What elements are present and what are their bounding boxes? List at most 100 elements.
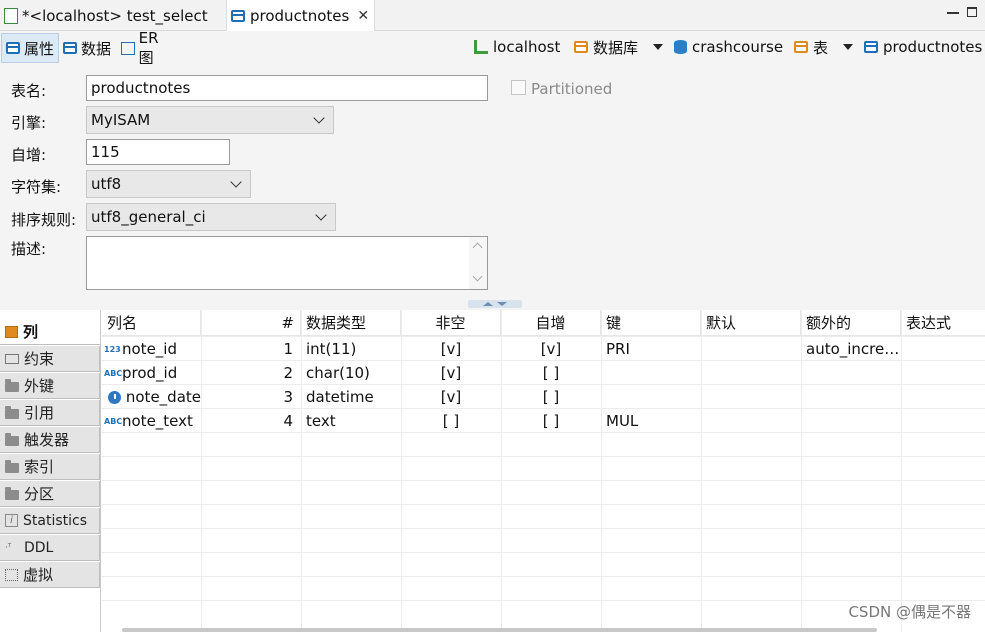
table-row[interactable]: ABC prod_id 2 char(10) [v] [ ] <box>102 361 985 384</box>
auto-increment-checkbox[interactable]: [ ] <box>501 409 601 433</box>
engine-select[interactable]: MyISAM <box>86 106 334 134</box>
folder-icon <box>5 432 19 446</box>
column-name: note_text <box>122 412 193 430</box>
sidebar-item-statistics[interactable]: i Statistics <box>0 508 100 534</box>
panel-splitter[interactable] <box>0 300 985 310</box>
virtual-icon <box>5 568 18 581</box>
scroll-down-icon[interactable] <box>472 271 483 282</box>
database-icon <box>674 40 687 54</box>
column-header-default[interactable]: 默认 <box>701 310 801 336</box>
editor-tab-productnotes[interactable]: productnotes ✕ <box>226 0 375 32</box>
table-row[interactable]: note_date 3 datetime [v] [ ] <box>102 385 985 408</box>
column-header-auto-increment[interactable]: 自增 <box>501 310 601 336</box>
sidebar-item-references[interactable]: 引用 <box>0 400 100 426</box>
not-null-checkbox[interactable]: [v] <box>401 361 501 385</box>
description-label: 描述: <box>11 240 47 258</box>
editor-tab-sql[interactable]: *<localhost> test_select <box>0 0 226 31</box>
tab-er-diagram[interactable]: ER 图 <box>117 29 181 67</box>
sidebar-item-virtual[interactable]: 虚拟 <box>0 562 100 588</box>
column-data-type: datetime <box>306 388 374 406</box>
partitioned-checkbox[interactable] <box>511 80 526 95</box>
sidebar-item-label: DDL <box>24 539 54 556</box>
breadcrumb-table[interactable]: productnotes <box>843 36 982 58</box>
scroll-up-icon[interactable] <box>472 242 483 253</box>
column-name: prod_id <box>122 364 178 382</box>
column-expression <box>901 361 985 385</box>
maximize-icon[interactable] <box>967 7 977 17</box>
tab-data[interactable]: 数据 <box>59 33 117 63</box>
sidebar-item-ddl[interactable]: ·ᵀ DDL <box>0 535 100 561</box>
sidebar-item-partitions[interactable]: 分区 <box>0 481 100 507</box>
breadcrumb-host[interactable]: localhost <box>474 36 560 58</box>
engine-label: 引擎: <box>11 114 47 132</box>
column-key <box>601 361 701 385</box>
breadcrumb-label: crashcourse <box>692 38 784 56</box>
tab-properties[interactable]: 属性 <box>1 33 59 63</box>
numeric-type-icon: 123 <box>104 344 121 354</box>
not-null-checkbox[interactable]: [v] <box>401 385 501 409</box>
scrollbar[interactable] <box>469 237 487 289</box>
column-default <box>701 361 801 385</box>
dropdown-arrow-icon[interactable] <box>843 44 853 50</box>
watermark: CSDN @偶是不器 <box>848 603 971 621</box>
column-name: note_date <box>125 388 201 406</box>
editor-toolbar: 属性 数据 ER 图 localhost 数据库 crashcourse 表 p… <box>0 29 985 67</box>
chevron-down-icon <box>315 209 327 221</box>
not-null-checkbox[interactable]: [ ] <box>401 409 501 433</box>
column-header-key[interactable]: 键 <box>601 310 701 336</box>
close-icon[interactable]: ✕ <box>357 8 369 24</box>
breadcrumb-database[interactable]: crashcourse <box>653 36 783 58</box>
sidebar-item-label: 虚拟 <box>23 566 54 584</box>
column-position: 3 <box>283 388 293 406</box>
ddl-icon: ·ᵀ <box>5 542 12 553</box>
auto-increment-checkbox[interactable]: [ ] <box>501 385 601 409</box>
column-data-type: char(10) <box>306 364 370 382</box>
column-header-extra[interactable]: 额外的 <box>801 310 901 336</box>
breadcrumb-label: 表 <box>813 38 829 57</box>
sidebar-item-foreign-keys[interactable]: 外键 <box>0 373 100 399</box>
table-name-input[interactable]: productnotes <box>86 75 488 101</box>
description-textarea[interactable] <box>86 236 488 290</box>
sidebar-item-columns[interactable]: 列 <box>0 319 100 345</box>
dropdown-arrow-icon[interactable] <box>653 44 663 50</box>
partitioned-label: Partitioned <box>531 80 613 98</box>
column-header-data-type[interactable]: 数据类型 <box>301 310 401 336</box>
splitter-grip[interactable] <box>468 300 522 308</box>
column-header-name[interactable]: 列名 <box>102 310 201 336</box>
er-diagram-icon <box>121 41 135 55</box>
tab-label: ER 图 <box>138 28 159 67</box>
table-icon <box>231 10 245 22</box>
table-properties-panel: 表名: productnotes Partitioned 引擎: MyISAM … <box>0 64 985 300</box>
column-header-position[interactable]: # <box>201 310 301 336</box>
chevron-down-icon <box>230 176 242 188</box>
auto-increment-checkbox[interactable]: [v] <box>501 337 601 361</box>
column-header-expression[interactable]: 表达式 <box>901 310 985 336</box>
chevron-down-icon <box>313 112 325 124</box>
collapse-down-icon[interactable] <box>497 302 507 306</box>
horizontal-scrollbar[interactable] <box>122 628 877 632</box>
table-row[interactable]: 123 note_id 1 int(11) [v] [v] PRI auto_i… <box>102 337 985 360</box>
breadcrumb-table-menu[interactable]: 表 <box>794 36 828 58</box>
breadcrumb-database-menu[interactable]: 数据库 <box>574 36 638 58</box>
sidebar-item-triggers[interactable]: 触发器 <box>0 427 100 453</box>
sidebar-item-label: 触发器 <box>24 431 70 449</box>
tab-label: 数据 <box>81 39 112 58</box>
table-icon <box>864 41 878 53</box>
editor-tab-bar: *<localhost> test_select productnotes ✕ <box>0 0 985 32</box>
collation-select[interactable]: utf8_general_ci <box>86 203 336 231</box>
sidebar-item-indexes[interactable]: 索引 <box>0 454 100 480</box>
collapse-up-icon[interactable] <box>483 302 493 306</box>
column-expression <box>901 385 985 409</box>
auto-increment-input[interactable]: 115 <box>86 139 230 165</box>
table-row[interactable]: ABC note_text 4 text [ ] [ ] MUL <box>102 409 985 432</box>
auto-increment-checkbox[interactable]: [ ] <box>501 361 601 385</box>
charset-select[interactable]: utf8 <box>86 170 251 198</box>
column-header-not-null[interactable]: 非空 <box>401 310 501 336</box>
clock-icon <box>108 390 121 404</box>
column-extra: auto_incre… <box>806 340 900 358</box>
server-icon <box>474 40 488 54</box>
minimize-icon[interactable] <box>947 12 959 14</box>
not-null-checkbox[interactable]: [v] <box>401 337 501 361</box>
sidebar-item-label: 引用 <box>24 404 55 422</box>
sidebar-item-constraints[interactable]: 约束 <box>0 346 100 372</box>
